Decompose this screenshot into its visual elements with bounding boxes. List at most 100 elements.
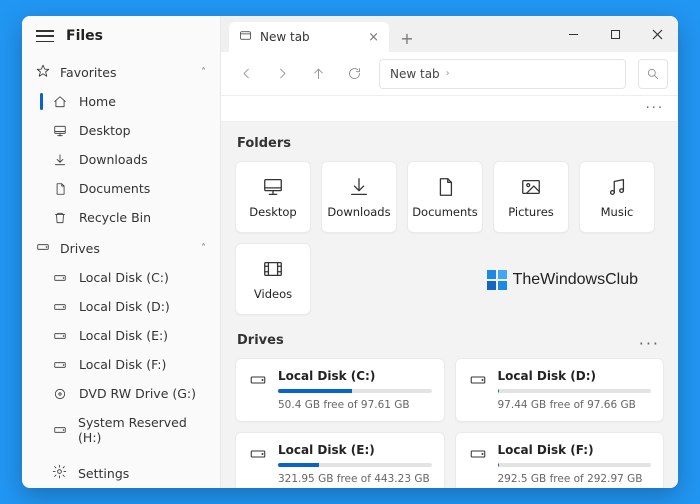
- drive-usage-bar: [278, 463, 432, 467]
- sidebar-item-label: Documents: [79, 181, 150, 196]
- breadcrumb-bar[interactable]: New tab ›: [379, 59, 626, 89]
- folder-card-music[interactable]: Music: [579, 161, 655, 233]
- sidebar-item-downloads[interactable]: Downloads: [22, 145, 220, 174]
- chevron-up-icon: ˄: [201, 67, 206, 78]
- tab-label: New tab: [260, 30, 310, 44]
- drive-name: Local Disk (E:): [278, 443, 432, 457]
- sidebar-item-label: Home: [79, 94, 116, 109]
- sidebar-item-recycle-bin[interactable]: Recycle Bin: [22, 203, 220, 232]
- sidebar-item-label: Local Disk (C:): [79, 270, 169, 285]
- drive-card[interactable]: Local Disk (C:) 50.4 GB free of 97.61 GB: [235, 358, 445, 422]
- drive-icon: [52, 423, 67, 437]
- folder-card-videos[interactable]: Videos: [235, 243, 311, 315]
- sidebar-item-drive[interactable]: DVD RW Drive (G:): [22, 379, 220, 408]
- minimize-button[interactable]: [552, 16, 594, 52]
- folders-header: Folders: [237, 136, 664, 151]
- chevron-up-icon: ˄: [201, 243, 206, 254]
- home-icon: [52, 95, 68, 109]
- drive-icon: [52, 329, 68, 343]
- drive-icon: [52, 358, 68, 372]
- desktop-icon: [52, 124, 68, 138]
- app-title: Files: [66, 28, 103, 44]
- star-icon: [36, 64, 50, 81]
- sidebar-item-drive[interactable]: Local Disk (C:): [22, 263, 220, 292]
- menu-icon[interactable]: [36, 30, 54, 42]
- download-icon: [52, 153, 68, 167]
- sidebar-item-documents[interactable]: Documents: [22, 174, 220, 203]
- sidebar-item-home[interactable]: Home: [22, 87, 220, 116]
- drive-free-text: 321.95 GB free of 443.23 GB: [278, 473, 432, 485]
- sidebar-item-label: Desktop: [79, 123, 131, 138]
- folder-card-documents[interactable]: Documents: [407, 161, 483, 233]
- folder-label: Desktop: [249, 205, 296, 219]
- document-icon: [52, 182, 68, 196]
- folder-label: Music: [601, 205, 634, 219]
- drives-list: Local Disk (C:) Local Disk (D:) Local Disk…: [22, 263, 220, 452]
- sidebar-item-label: Local Disk (F:): [79, 357, 166, 372]
- plus-icon: +: [400, 29, 413, 48]
- drive-grid: Local Disk (C:) 50.4 GB free of 97.61 GB…: [235, 358, 664, 488]
- sidebar-item-label: Local Disk (D:): [79, 299, 170, 314]
- back-button[interactable]: [231, 59, 261, 89]
- drive-usage-bar: [498, 463, 652, 467]
- toolbar: New tab ›: [221, 52, 678, 96]
- section-header-drives[interactable]: Drives ˄: [22, 232, 220, 263]
- section-label: Favorites: [60, 65, 116, 80]
- settings-button[interactable]: Settings: [22, 452, 220, 488]
- folder-card-desktop[interactable]: Desktop: [235, 161, 311, 233]
- drive-free-text: 97.44 GB free of 97.66 GB: [498, 399, 652, 411]
- section-header-favorites[interactable]: Favorites ˄: [22, 56, 220, 87]
- more-icon[interactable]: ···: [646, 101, 664, 116]
- folder-label: Videos: [254, 287, 292, 301]
- sidebar-item-drive[interactable]: Local Disk (D:): [22, 292, 220, 321]
- up-button[interactable]: [303, 59, 333, 89]
- new-tab-button[interactable]: +: [393, 24, 421, 52]
- gear-icon: [52, 464, 67, 482]
- drive-card[interactable]: Local Disk (D:) 97.44 GB free of 97.66 G…: [455, 358, 665, 422]
- folder-label: Documents: [412, 205, 478, 219]
- drive-name: Local Disk (C:): [278, 369, 432, 383]
- tab-close-icon[interactable]: ×: [366, 30, 381, 45]
- maximize-button[interactable]: [594, 16, 636, 52]
- drive-icon: [468, 369, 488, 389]
- app-window: Files Favorites ˄ Home Desktop Downloads Do…: [22, 16, 678, 488]
- drives-header: Drives: [237, 333, 284, 348]
- sidebar: Files Favorites ˄ Home Desktop Downloads Do…: [22, 16, 221, 488]
- music-icon: [606, 175, 628, 199]
- folder-grid: Desktop Downloads Documents Pictures Music Vi…: [235, 161, 664, 315]
- section-label: Drives: [60, 241, 100, 256]
- drive-icon: [248, 443, 268, 463]
- chevron-right-icon: ›: [446, 68, 450, 79]
- sidebar-item-label: Downloads: [79, 152, 148, 167]
- sidebar-item-label: Local Disk (E:): [79, 328, 168, 343]
- sidebar-item-drive[interactable]: System Reserved (H:): [22, 408, 220, 452]
- download-icon: [348, 175, 370, 199]
- folder-card-pictures[interactable]: Pictures: [493, 161, 569, 233]
- folder-card-downloads[interactable]: Downloads: [321, 161, 397, 233]
- sidebar-item-desktop[interactable]: Desktop: [22, 116, 220, 145]
- drives-more-icon[interactable]: ···: [639, 334, 664, 353]
- drive-icon: [52, 300, 68, 314]
- sidebar-item-label: System Reserved (H:): [78, 415, 206, 445]
- disc-icon: [52, 387, 68, 401]
- refresh-button[interactable]: [339, 59, 369, 89]
- drive-free-text: 292.5 GB free of 292.97 GB: [498, 473, 652, 485]
- sidebar-item-label: Recycle Bin: [79, 210, 151, 225]
- drive-usage-bar: [498, 389, 652, 393]
- folder-label: Downloads: [327, 205, 390, 219]
- forward-button[interactable]: [267, 59, 297, 89]
- drive-card[interactable]: Local Disk (E:) 321.95 GB free of 443.23…: [235, 432, 445, 488]
- favorites-list: Home Desktop Downloads Documents Recycle Bin: [22, 87, 220, 232]
- tab-active[interactable]: New tab ×: [229, 22, 389, 52]
- search-button[interactable]: [638, 59, 668, 89]
- drive-icon: [36, 240, 50, 257]
- sidebar-item-drive[interactable]: Local Disk (E:): [22, 321, 220, 350]
- sidebar-item-drive[interactable]: Local Disk (F:): [22, 350, 220, 379]
- drive-free-text: 50.4 GB free of 97.61 GB: [278, 399, 432, 411]
- sidebar-header: Files: [22, 16, 220, 56]
- sidebar-item-label: DVD RW Drive (G:): [79, 386, 196, 401]
- drive-card[interactable]: Local Disk (F:) 292.5 GB free of 292.97 …: [455, 432, 665, 488]
- close-button[interactable]: [636, 16, 678, 52]
- content-area: Folders Desktop Downloads Documents Picture…: [221, 122, 678, 488]
- drive-icon: [52, 271, 68, 285]
